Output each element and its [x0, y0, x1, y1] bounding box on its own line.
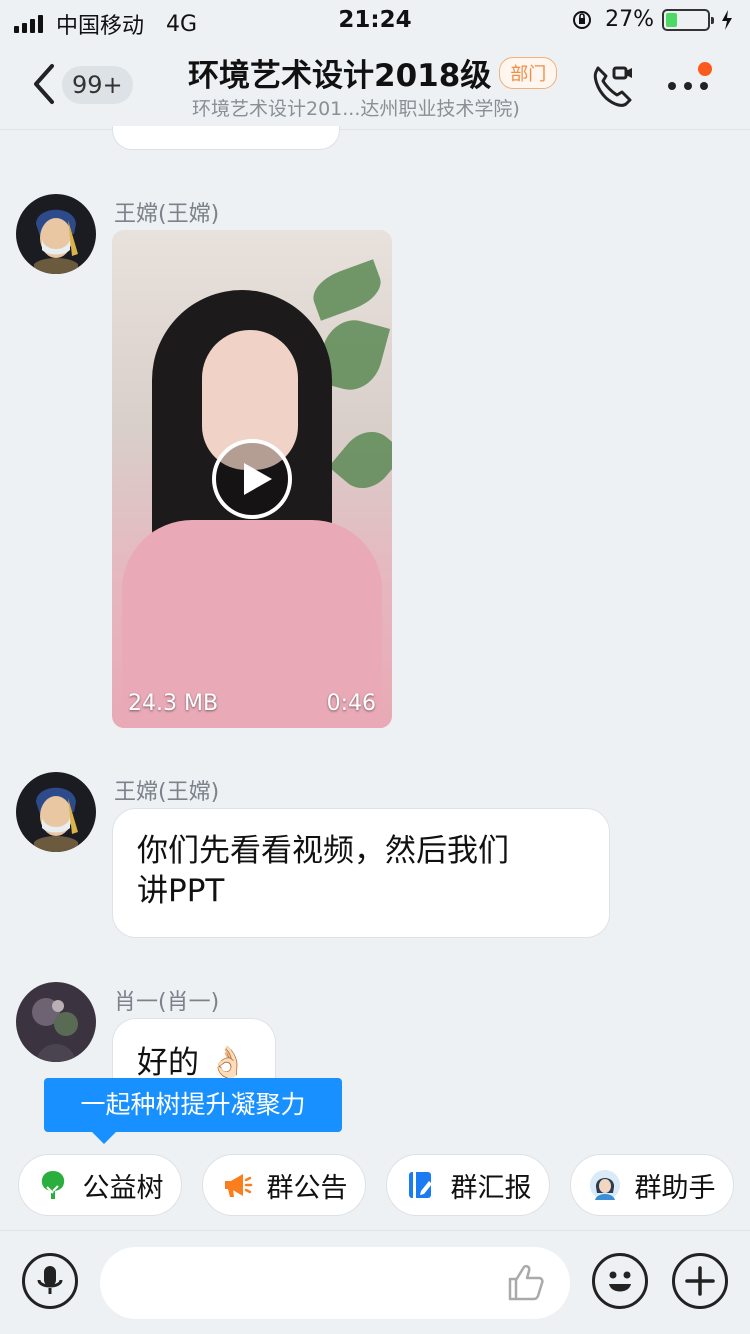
avatar-xiao-yi[interactable]: [16, 982, 96, 1062]
more-options-button[interactable]: [666, 62, 716, 100]
avatar-image: [16, 982, 96, 1062]
video-call-icon[interactable]: [588, 62, 636, 110]
quick-action-charity-tree[interactable]: 公益树: [18, 1154, 182, 1216]
charging-icon: [722, 9, 732, 30]
quick-action-label: 群汇报: [450, 1172, 532, 1204]
message-text: 好的: [137, 1045, 199, 1081]
avatar-wang-chang[interactable]: [16, 194, 96, 274]
more-dot: [684, 82, 692, 90]
assistant-avatar-icon: [589, 1170, 620, 1200]
battery-fill: [666, 12, 677, 27]
plus-button[interactable]: [672, 1253, 728, 1309]
quick-action-assistant[interactable]: 群助手: [570, 1154, 734, 1216]
play-icon[interactable]: [212, 439, 292, 519]
message-input[interactable]: [100, 1247, 570, 1319]
tree-promo-tooltip[interactable]: 一起种树提升凝聚力: [44, 1078, 342, 1144]
emoji-button[interactable]: [592, 1253, 648, 1309]
plant-decor: [328, 420, 392, 500]
status-bar: 中国移动 4G 21:24 27%: [0, 0, 750, 40]
more-dot: [668, 82, 676, 90]
previous-message-bubble[interactable]: [112, 126, 340, 150]
notification-dot: [698, 62, 712, 76]
unread-count-badge[interactable]: 99+: [62, 66, 133, 104]
message-line: 讲PPT: [137, 873, 225, 909]
quick-action-label: 群公告: [266, 1172, 348, 1204]
group-subtitle: 环境艺术设计201...达州职业技术学院): [192, 98, 520, 120]
quick-action-label: 公益树: [82, 1172, 164, 1204]
rotation-lock-icon: [573, 10, 592, 29]
video-message[interactable]: 24.3 MB 0:46: [112, 230, 392, 728]
video-file-size: 24.3 MB: [128, 691, 219, 716]
sender-name: 王嫦(王嫦): [114, 780, 220, 805]
status-right: 27%: [571, 7, 734, 32]
more-dot: [700, 82, 708, 90]
thumbs-up-icon[interactable]: [504, 1261, 548, 1305]
avatar-wang-chang[interactable]: [16, 772, 96, 852]
input-bar: [0, 1230, 750, 1334]
department-tag: 部门: [499, 56, 558, 89]
back-icon[interactable]: [30, 62, 60, 106]
quick-action-report[interactable]: 群汇报: [386, 1154, 550, 1216]
group-title: 环境艺术设计2018级: [188, 58, 492, 94]
video-duration: 0:46: [326, 691, 376, 716]
quick-action-label: 群助手: [634, 1172, 716, 1204]
avatar-image: [16, 772, 96, 852]
message-line: 你们先看看视频，然后我们: [137, 833, 509, 869]
chat-header: 99+ 环境艺术设计2018级 部门 环境艺术设计201...达州职业技术学院): [0, 40, 750, 130]
plant-decor: [307, 259, 387, 321]
smiley-icon: [609, 1271, 631, 1292]
ok-hand-emoji: 👌🏻: [208, 1045, 248, 1081]
text-message-bubble[interactable]: 你们先看看视频，然后我们 讲PPT: [112, 808, 610, 938]
sender-name: 肖一(肖一): [114, 990, 220, 1015]
sender-name: 王嫦(王嫦): [114, 202, 220, 227]
tree-icon: [41, 1171, 64, 1199]
microphone-icon: [37, 1266, 63, 1294]
megaphone-icon: [224, 1174, 252, 1197]
quick-action-announcement[interactable]: 群公告: [202, 1154, 366, 1216]
battery-percent: 27%: [605, 7, 654, 32]
report-icon: [408, 1172, 432, 1198]
voice-button[interactable]: [22, 1253, 78, 1309]
title-area[interactable]: 环境艺术设计2018级 部门: [188, 50, 558, 95]
battery-icon: [662, 8, 714, 31]
avatar-image: [16, 194, 96, 274]
plus-icon: [685, 1266, 715, 1296]
